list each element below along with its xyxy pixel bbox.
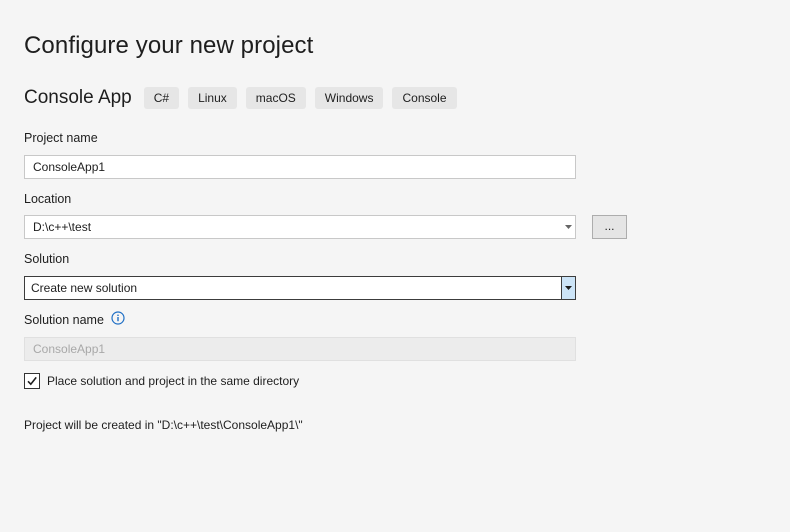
solution-name-field: [24, 337, 576, 361]
template-header: Console App C# Linux macOS Windows Conso…: [24, 86, 466, 110]
tag-language: C#: [143, 87, 180, 109]
checkmark-icon: [27, 376, 37, 386]
solution-selected[interactable]: Create new solution: [25, 281, 561, 295]
browse-button[interactable]: ...: [592, 215, 627, 239]
tag-platform-windows: Windows: [314, 87, 384, 109]
project-name-input[interactable]: [25, 156, 575, 178]
same-directory-option[interactable]: Place solution and project in the same d…: [24, 373, 299, 389]
location-combobox[interactable]: D:\c++\test: [24, 215, 576, 239]
same-directory-label[interactable]: Place solution and project in the same d…: [47, 374, 299, 388]
tag-platform-macos: macOS: [245, 87, 306, 109]
location-label: Location: [24, 192, 72, 206]
solution-name-label-row: Solution name: [24, 311, 126, 328]
solution-label: Solution: [24, 252, 70, 266]
solution-name-label: Solution name: [24, 313, 104, 327]
same-directory-checkbox[interactable]: [24, 373, 40, 389]
info-circle-icon[interactable]: [111, 311, 126, 328]
page-title: Configure your new project: [24, 32, 314, 59]
location-value[interactable]: D:\c++\test: [25, 220, 561, 234]
solution-name-input: [25, 338, 575, 360]
tag-project-type: Console: [392, 87, 457, 109]
project-name-label: Project name: [24, 131, 98, 145]
template-name: Console App: [24, 87, 132, 108]
chevron-down-icon[interactable]: [561, 277, 575, 299]
solution-dropdown[interactable]: Create new solution: [24, 276, 576, 300]
chevron-down-icon[interactable]: [561, 216, 575, 238]
project-name-field[interactable]: [24, 155, 576, 179]
tag-platform-linux: Linux: [188, 87, 237, 109]
project-location-summary: Project will be created in "D:\c++\test\…: [24, 418, 303, 432]
